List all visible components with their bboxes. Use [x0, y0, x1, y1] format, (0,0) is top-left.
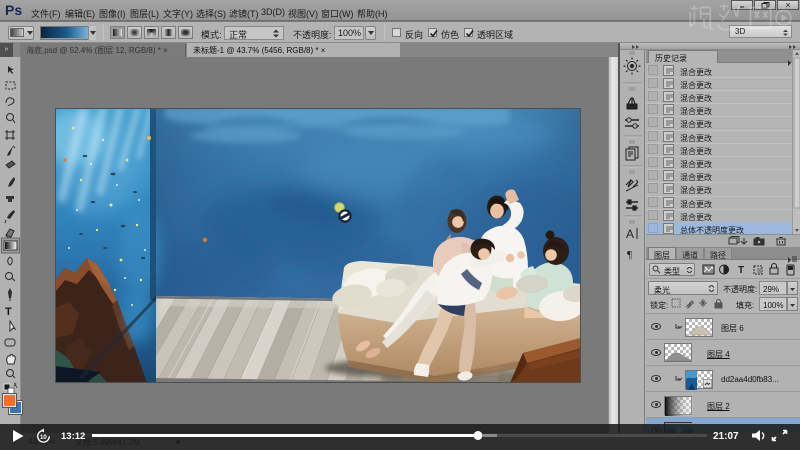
svg-text:A: A	[626, 227, 634, 241]
svg-text:T: T	[5, 306, 12, 318]
svg-text:¶: ¶	[627, 249, 632, 261]
svg-text:T: T	[738, 265, 744, 276]
svg-text:21:07: 21:07	[713, 431, 739, 442]
svg-text:10: 10	[40, 435, 47, 441]
svg-text:13:12: 13:12	[61, 431, 85, 442]
